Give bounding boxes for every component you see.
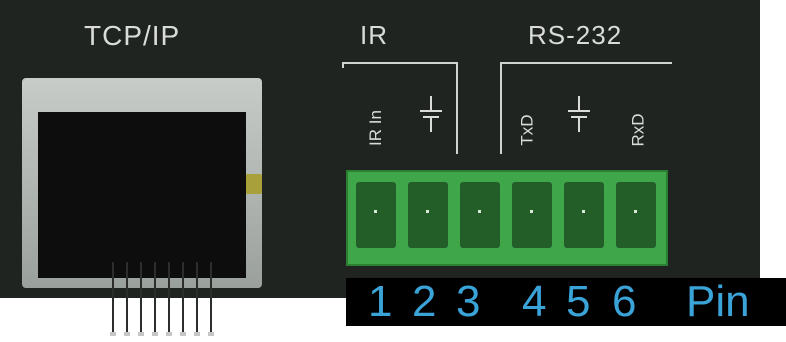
txd-label: TxD (517, 114, 537, 146)
terminal-slot-3[interactable] (460, 182, 500, 248)
ethernet-pins-icon (108, 262, 218, 342)
terminal-slot-1[interactable] (356, 182, 396, 248)
tcp-ip-label: TCP/IP (84, 20, 181, 51)
terminal-slot-2[interactable] (408, 182, 448, 248)
pin-number: 4 (522, 277, 547, 326)
ir-in-label: IR In (365, 110, 385, 146)
terminal-slot-4[interactable] (512, 182, 552, 248)
rs232-label: RS-232 (528, 20, 623, 50)
pin-word: Pin (686, 277, 750, 326)
ir-label: IR (360, 20, 388, 50)
terminal-slot-6[interactable] (616, 182, 656, 248)
ir-bracket-tick (342, 62, 344, 68)
pin-number: 3 (456, 277, 481, 326)
device-rear-panel: TCP/IP IR RS-232 IR In TxD RxD (0, 0, 760, 336)
ethernet-port-socket (38, 112, 246, 336)
ethernet-port[interactable] (22, 78, 262, 336)
terminal-slot-5[interactable] (564, 182, 604, 248)
pin-number: 2 (412, 277, 437, 326)
ground-icon (568, 96, 590, 136)
pin-number: 5 (566, 277, 591, 326)
pin-number: 6 (612, 277, 637, 326)
pin-number-bar: 1 2 3 4 5 6 Pin (346, 278, 786, 326)
rxd-label: RxD (628, 113, 648, 147)
pin-number: 1 (368, 277, 393, 326)
terminal-block[interactable] (346, 170, 668, 266)
ground-icon (420, 96, 442, 136)
background-strip (760, 0, 786, 280)
